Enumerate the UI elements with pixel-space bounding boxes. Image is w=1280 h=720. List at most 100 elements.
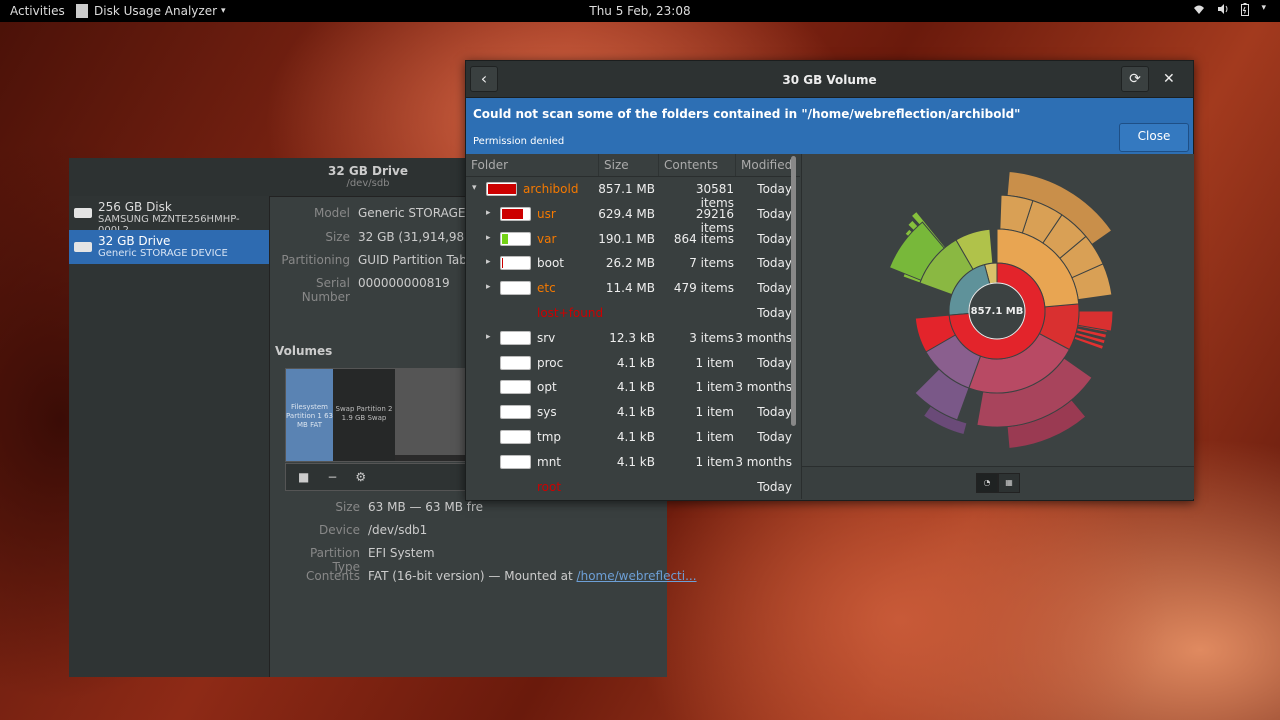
column-contents[interactable]: Contents [659, 154, 736, 176]
folder-contents: 864 items [673, 231, 734, 246]
expander-closed-icon[interactable]: ▸ [486, 282, 491, 292]
activities-button[interactable]: Activities [10, 4, 65, 18]
status-area[interactable]: ▾ [1193, 3, 1266, 19]
tree-row[interactable]: tmp 4.1 kB 1 item Today [466, 425, 800, 450]
size-bar [500, 454, 531, 469]
folder-modified: Today [757, 355, 792, 370]
volume-partition-1[interactable]: Filesystem Partition 1 63 MB FAT [286, 369, 333, 461]
gear-icon[interactable]: ⚙ [355, 470, 366, 484]
tree-row[interactable]: opt 4.1 kB 1 item 3 months [466, 375, 800, 400]
expander-closed-icon[interactable]: ▸ [486, 257, 491, 267]
rings-chart[interactable]: 857.1 MB [802, 154, 1194, 467]
size-label: Size [325, 230, 350, 244]
folder-size: 4.1 kB [616, 405, 655, 420]
folder-size: 4.1 kB [616, 454, 655, 469]
usb-drive-icon [74, 242, 92, 252]
folder-size: 12.3 kB [609, 330, 655, 345]
folder-size: 4.1 kB [616, 380, 655, 395]
column-size[interactable]: Size [599, 154, 659, 176]
expander-closed-icon[interactable]: ▸ [486, 332, 491, 342]
app-menu[interactable]: Disk Usage Analyzer ▾ [76, 4, 226, 18]
size-bar-fill [488, 184, 516, 194]
device-row: Device/dev/sdb1 [280, 523, 427, 537]
partitioning-value: GUID Partition Table [358, 253, 478, 267]
expander-open-icon[interactable]: ▾ [472, 183, 477, 193]
tree-row[interactable]: mnt 4.1 kB 1 item 3 months [466, 450, 800, 475]
window-title: 30 GB Volume [782, 73, 877, 87]
model-row: Model Generic STORAGE DE [270, 206, 486, 220]
chart-type-switcher: ◔ ▦ [976, 473, 1020, 493]
size-bar [500, 330, 531, 345]
size-bar [500, 231, 531, 246]
stop-icon[interactable]: ■ [298, 470, 309, 484]
size-bar [486, 182, 517, 196]
refresh-button[interactable]: ⟳ [1121, 66, 1149, 92]
rings-chart-icon[interactable]: ◔ [976, 473, 998, 493]
tree-row[interactable]: ▸ etc 11.4 MB 479 items Today [466, 276, 800, 301]
chart-toolbar: ◔ ▦ [802, 466, 1194, 499]
folder-modified: 3 months [735, 330, 792, 345]
expander-closed-icon[interactable]: ▸ [486, 233, 491, 243]
folder-name: root [537, 479, 562, 494]
folder-size: 857.1 MB [598, 182, 655, 196]
tree-row[interactable]: ▸ var 190.1 MB 864 items Today [466, 227, 800, 252]
folder-tree: Folder Size Contents Modified ▾ archibold… [466, 154, 800, 499]
folder-name: srv [537, 330, 556, 345]
folder-name: tmp [537, 429, 562, 444]
wifi-icon [1193, 3, 1205, 19]
app-icon [76, 4, 88, 18]
battery-icon [1241, 3, 1250, 19]
tree-row[interactable]: proc 4.1 kB 1 item Today [466, 351, 800, 376]
infobar-close-button[interactable]: Close [1119, 123, 1189, 152]
close-window-button[interactable]: ✕ [1163, 71, 1175, 87]
drive-name: 256 GB Disk [98, 200, 172, 214]
folder-size: 26.2 MB [605, 256, 655, 271]
folder-contents: 1 item [695, 355, 734, 370]
folder-contents: 479 items [673, 281, 734, 296]
drive-item-256gb[interactable]: 256 GB Disk SAMSUNG MZNTE256HMHP-000L2 [69, 196, 269, 236]
contents-value: FAT (16-bit version) — Mounted at /home/… [368, 569, 697, 583]
folder-modified: Today [757, 182, 792, 196]
size-bar-fill [502, 258, 503, 269]
contents-row: Contents FAT (16-bit version) — Mounted a… [280, 569, 697, 583]
chart-center-label: 857.1 MB [971, 306, 1024, 317]
size-bar [500, 405, 531, 420]
tree-row[interactable]: ▸ boot 26.2 MB 7 items Today [466, 251, 800, 276]
size-bar [500, 429, 531, 444]
chevron-down-icon: ▾ [221, 6, 226, 16]
tree-header: Folder Size Contents Modified [466, 154, 800, 177]
drive-name: 32 GB Drive [98, 234, 171, 248]
folder-modified: Today [757, 281, 792, 296]
info-detail: Permission denied [473, 136, 565, 147]
tree-row[interactable]: root Today [466, 475, 800, 499]
treemap-chart-icon[interactable]: ▦ [998, 473, 1020, 493]
volume-map: Filesystem Partition 1 63 MB FAT Swap Pa… [285, 368, 487, 462]
tree-scrollbar[interactable] [791, 156, 796, 426]
folder-size: 190.1 MB [598, 231, 655, 246]
rings-chart-pane: 857.1 MB ◔ ▦ [801, 154, 1194, 499]
info-message: Could not scan some of the folders conta… [473, 107, 1021, 121]
folder-modified: 3 months [735, 380, 792, 395]
folder-contents: 1 item [695, 405, 734, 420]
drive-model: Generic STORAGE DEVICE [98, 248, 228, 259]
folder-modified: Today [757, 256, 792, 271]
folder-modified: 3 months [735, 454, 792, 469]
tree-rows: ▾ archibold 857.1 MB 30581 items Today ▸ usr 62… [466, 177, 800, 499]
tree-row[interactable]: sys 4.1 kB 1 item Today [466, 400, 800, 425]
folder-name: opt [537, 380, 557, 395]
expander-closed-icon[interactable]: ▸ [486, 208, 491, 218]
column-folder[interactable]: Folder [466, 154, 599, 176]
folder-name: boot [537, 256, 565, 271]
contents-text: FAT (16-bit version) — Mounted at [368, 569, 577, 583]
mount-link[interactable]: /home/webreflecti... [577, 569, 697, 583]
tree-row[interactable]: ▾ archibold 857.1 MB 30581 items Today [466, 177, 800, 210]
folder-size: 4.1 kB [616, 429, 655, 444]
tree-row[interactable]: ▸ srv 12.3 kB 3 items 3 months [466, 326, 800, 351]
volume-partition-2[interactable]: Swap Partition 2 1.9 GB Swap [333, 369, 395, 461]
tree-row[interactable]: ▸ usr 629.4 MB 29216 items Today [466, 202, 800, 235]
minus-icon[interactable]: − [327, 470, 337, 484]
folder-name: var [537, 231, 557, 246]
drive-item-32gb[interactable]: 32 GB Drive Generic STORAGE DEVICE [69, 230, 269, 264]
clock[interactable]: Thu 5 Feb, 23:08 [589, 4, 690, 18]
tree-row[interactable]: lost+found Today [466, 301, 800, 326]
